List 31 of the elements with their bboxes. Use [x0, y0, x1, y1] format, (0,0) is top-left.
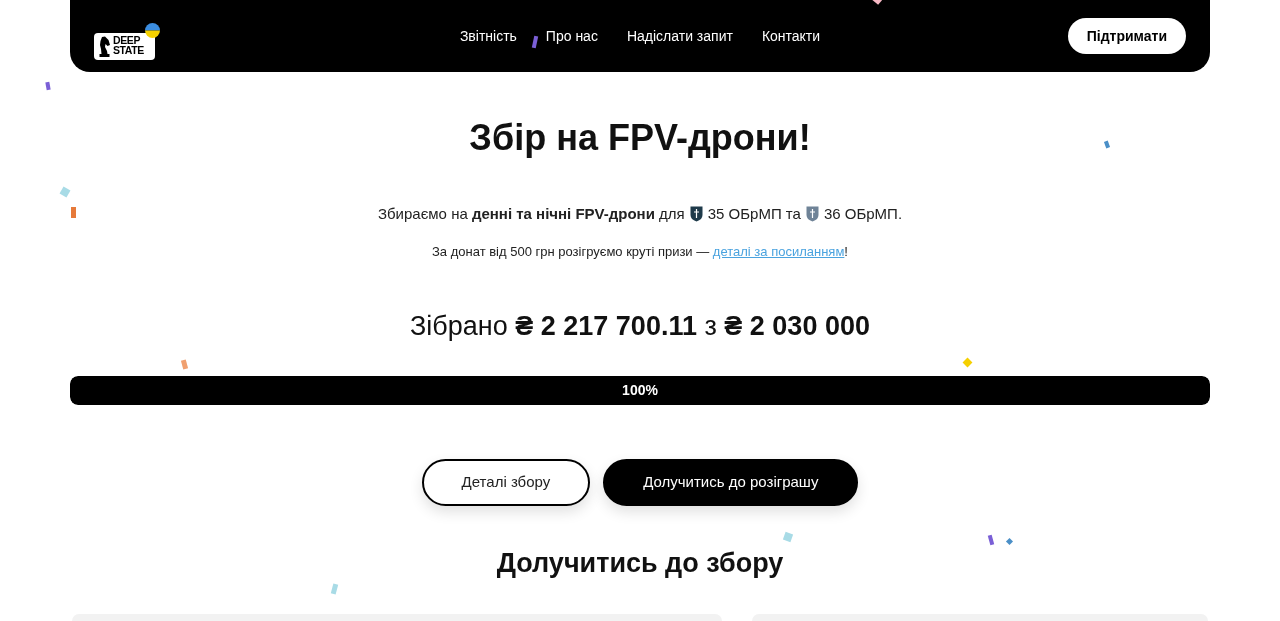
confetti-icon — [987, 534, 995, 546]
confetti-icon — [782, 531, 794, 543]
confetti-icon — [531, 35, 539, 49]
nav-link[interactable]: Надіслати запит — [626, 25, 733, 47]
flag-badge-icon — [145, 22, 160, 38]
confetti-icon — [180, 359, 189, 370]
chess-knight-icon — [99, 35, 110, 57]
confetti-icon — [962, 357, 973, 368]
support-button[interactable]: Підтримати — [1067, 18, 1186, 54]
description-text: Збираємо на денні та нічні FPV-дрони для — [377, 204, 685, 224]
logo-text: DEEP — [113, 36, 140, 46]
logo-text: STATE — [113, 46, 144, 56]
confetti-icon — [71, 207, 76, 218]
raised-amount-text: Зібрано ₴ 2 217 700.11 з ₴ 2 030 000 — [410, 310, 870, 342]
join-raffle-button[interactable]: Долучитись до розіграшу — [603, 459, 859, 506]
nav-link[interactable]: Про нас — [545, 25, 598, 47]
page-title: Збір на FPV-дрони! — [469, 116, 811, 159]
nav-link[interactable]: Звітність — [459, 25, 517, 47]
raffle-text: За донат від 500 грн розігруємо круті призи — деталі за посиланням! — [432, 243, 848, 261]
confetti-icon — [45, 81, 51, 91]
confetti-icon — [59, 186, 71, 198]
details-button[interactable]: Деталі збору — [421, 459, 591, 506]
description-text: 35 ОБрМП та — [707, 204, 801, 224]
confetti-icon — [1005, 537, 1014, 546]
section-heading: Долучитись до збору — [496, 547, 784, 580]
nav-link[interactable]: Контакти — [761, 25, 821, 47]
confetti-icon — [1103, 140, 1111, 149]
logo[interactable]: DEEP STATE — [94, 32, 155, 60]
confetti-icon — [330, 583, 339, 595]
progress-label: 100% — [622, 381, 658, 400]
description-text: 36 ОБрМП. — [823, 204, 903, 224]
